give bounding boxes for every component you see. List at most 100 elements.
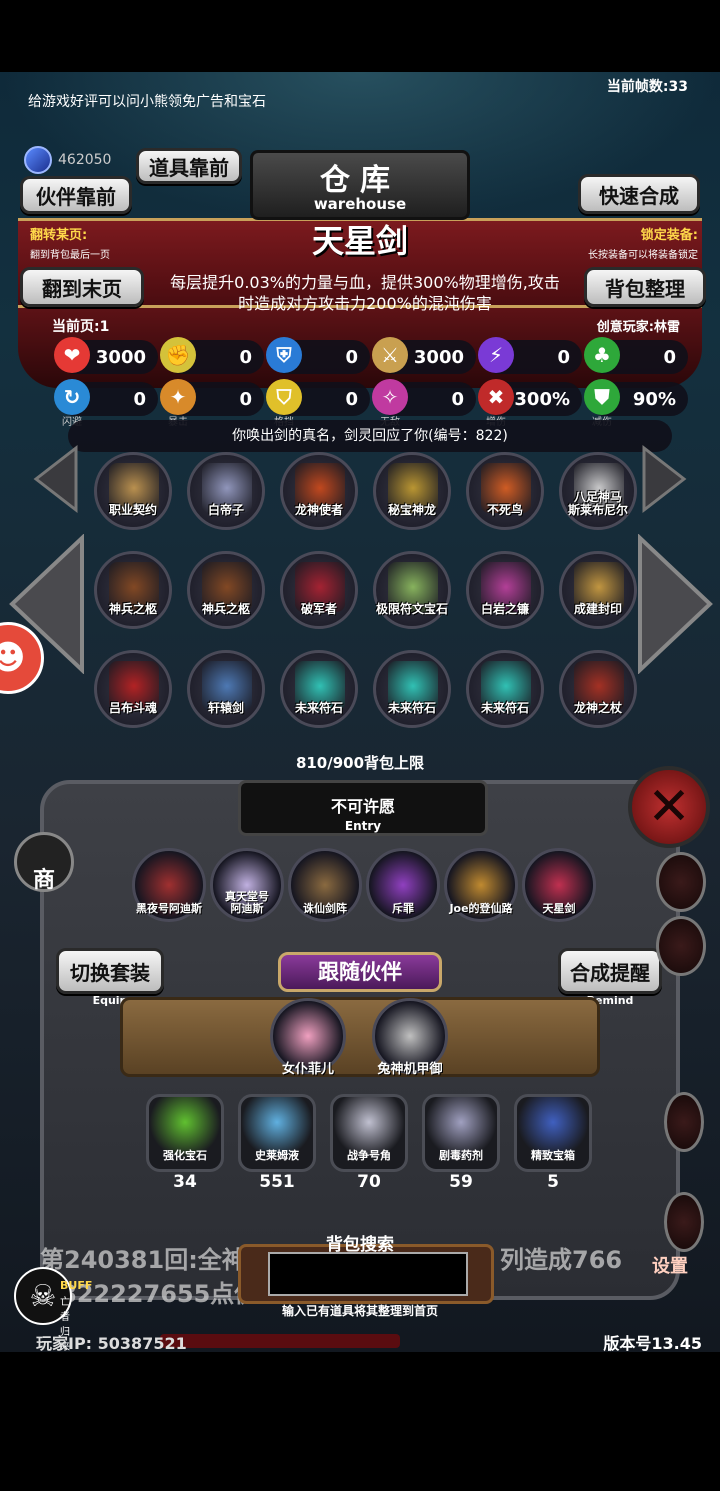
stat-value: 0 [133,388,146,410]
inventory-slot[interactable]: 成建封印 [559,551,637,629]
version-label: 版本号13.45 [603,1334,702,1352]
stat-chip: ↻ 0 闪避 [54,379,158,428]
invincible-icon: ✧ [372,379,408,415]
material-count: 59 [449,1172,473,1192]
equipped-slot[interactable]: Joe的登仙路 [444,848,518,922]
creator-credit: 创意玩家:林雷 [596,320,680,335]
equipped-item-name: 真天堂号 阿迪斯 [225,890,269,915]
companion-slot[interactable]: 女仆菲儿 [270,998,346,1077]
stat-value: 3000 [95,346,146,368]
stat-value: 90% [632,388,676,410]
material-count: 551 [259,1172,295,1192]
equipped-item-name: 诛仙剑阵 [303,902,347,915]
inventory-item-name: 白帝子 [207,503,244,517]
stat-value: 3000 [413,346,464,368]
stat-chip: ✦0暴击 [160,379,264,428]
switch-set-label: 切换套装 [70,960,150,985]
inventory-slot[interactable]: 吕布斗魂 [94,650,172,728]
stat-chip: ⚔ 3000 [372,337,476,374]
inventory-item-name: 秘宝神龙 [387,503,436,517]
inventory-slot[interactable]: 八足神马 斯莱布尼尔 [559,452,637,530]
inventory-slot[interactable]: 极限符文宝石 [373,551,451,629]
prev-small-arrow-icon[interactable] [30,444,80,514]
side-button-1[interactable] [656,852,706,912]
material-slot[interactable]: 剧毒药剂 [422,1094,500,1172]
quick-synthesis-button[interactable]: 快速合成 [578,174,700,214]
material-name: 精致宝箱 [531,1149,575,1162]
companion-slot[interactable]: 兔神机甲御 [372,998,448,1077]
selected-item-name: 天星剑 [311,222,408,260]
inventory-item-name: 极限符文宝石 [376,602,449,616]
material-name: 强化宝石 [163,1149,207,1162]
switch-set-button[interactable]: 切换套装 Equip [56,948,164,1007]
props-front-button[interactable]: 道具靠前 [136,148,242,184]
equipped-item-name: 斥罪 [392,902,414,915]
inventory-slot[interactable]: 白帝子 [187,452,265,530]
entry-plate[interactable]: 不可许愿 Entry [238,780,488,836]
entry-subtitle: Entry [344,819,382,833]
buff-label: BUFF [60,1279,93,1292]
stat-chip: ✖300%增伤 [478,379,582,428]
next-small-arrow-icon[interactable] [640,444,690,514]
material-count: 34 [173,1172,197,1192]
companion-name: 兔神机甲御 [377,1062,443,1077]
inventory-slot[interactable]: 神兵之柩 [94,551,172,629]
equipped-slot[interactable]: 黑夜号阿迪斯 [132,848,206,922]
inventory-item-name: 神兵之柩 [201,602,250,616]
stat-chip: ♣ 0 [584,337,688,374]
bag-capacity: 810/900背包上限 [295,754,425,772]
dice-icon[interactable] [656,916,706,976]
inventory-slot[interactable]: 轩辕剑 [187,650,265,728]
side-button-3[interactable] [664,1092,704,1152]
inventory-slot[interactable]: 未来符石 [373,650,451,728]
inventory-slot[interactable]: 破军者 [280,551,358,629]
bag-sort-button[interactable]: 背包整理 [584,267,706,307]
material-slot[interactable]: 精致宝箱 [514,1094,592,1172]
equipped-slot[interactable]: 诛仙剑阵 [288,848,362,922]
player-ip: 玩家IP: 50387521 [36,1334,187,1352]
inventory-slot[interactable]: 白岩之镰 [466,551,544,629]
equipped-slot[interactable]: 真天堂号 阿迪斯 [210,848,284,922]
stat-value: 300% [514,388,570,410]
gem-counter: 462050 [24,146,111,174]
settings-button[interactable]: 设置 [652,1252,688,1278]
jump-last-page-button[interactable]: 翻到末页 [20,267,144,307]
inventory-slot[interactable]: 龙神使者 [280,452,358,530]
inventory-slot[interactable]: 龙神之杖 [559,650,637,728]
close-button[interactable]: ✕ [628,766,710,848]
stat-value: 0 [239,346,252,368]
inventory-item-name: 未来符石 [387,701,436,715]
inventory-slot[interactable]: 不死鸟 [466,452,544,530]
stat-value: 0 [663,346,676,368]
next-page-arrow-icon[interactable] [636,534,716,674]
selected-item-description: 每层提升0.03%的力量与血，提供300%物理增伤,攻击时造成对方攻击力200%… [170,273,560,313]
equipped-slot[interactable]: 天星剑 [522,848,596,922]
material-slot[interactable]: 强化宝石 [146,1094,224,1172]
stat-chip: ⚡ 0 [478,337,582,374]
search-hint: 输入已有道具将其整理到首页 [281,1304,438,1318]
stat-value: 0 [239,388,252,410]
inventory-item-name: 成建封印 [573,602,622,616]
block-icon: ⛉ [266,379,302,415]
synthesis-remind-button[interactable]: 合成提醒 Remind [558,948,662,1007]
companion-front-button[interactable]: 伙伴靠前 [20,176,132,214]
equipped-slot[interactable]: 斥罪 [366,848,440,922]
material-slot[interactable]: 史莱姆液 [238,1094,316,1172]
inventory-slot[interactable]: 未来符石 [466,650,544,728]
material-name: 剧毒药剂 [439,1149,483,1162]
search-input[interactable] [268,1252,468,1296]
inventory-slot[interactable]: 秘宝神龙 [373,452,451,530]
material-name: 战争号角 [347,1149,391,1162]
inventory-item-name: 龙神使者 [294,503,343,517]
inventory-slot[interactable]: 职业契约 [94,452,172,530]
lightning-icon: ⚡ [478,337,514,373]
inventory-slot[interactable]: 神兵之柩 [187,551,265,629]
material-slot[interactable]: 战争号角 [330,1094,408,1172]
shop-button[interactable]: 商 [14,832,74,893]
buff-skull-icon[interactable]: ☠ BUFF 亡者归来 [14,1267,92,1352]
inventory-slot[interactable]: 未来符石 [280,650,358,728]
inventory-item-name: 龙神之杖 [573,701,622,715]
inventory-item-name: 吕布斗魂 [108,701,157,715]
warehouse-title-plate: 仓库 warehouse [250,150,470,220]
stats-row-secondary: ↻0闪避✦0暴击⛉0格挡✧0无敌✖300%增伤⛊90%减伤 [54,379,688,428]
